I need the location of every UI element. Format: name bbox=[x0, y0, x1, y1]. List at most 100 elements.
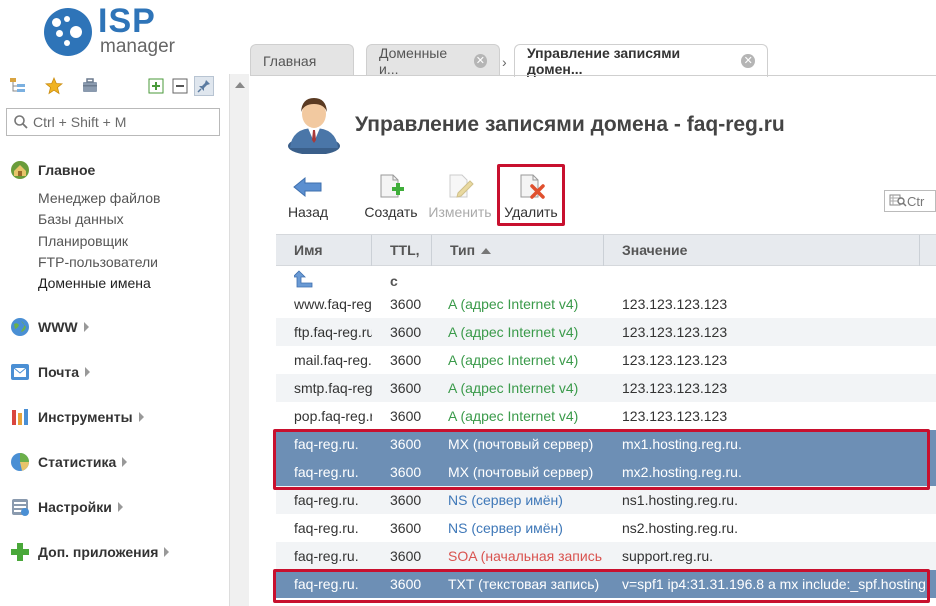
record-name-cell: smtp.faq-reg bbox=[294, 380, 372, 396]
chevron-right-icon bbox=[83, 322, 89, 332]
sidebar-section-extra-apps[interactable]: Доп. приложения bbox=[10, 541, 170, 563]
record-name-cell: mail.faq-reg.r bbox=[294, 352, 372, 368]
mx-rows-highlight-frame bbox=[273, 429, 930, 490]
tools-icon bbox=[10, 407, 30, 427]
table-row[interactable]: ftp.faq-reg.ru 3600 A (адрес Internet v4) 1… bbox=[276, 318, 936, 346]
sidebar-search-input[interactable] bbox=[33, 112, 213, 132]
tab-label: Доменные и... bbox=[379, 44, 448, 77]
scroll-up-icon[interactable] bbox=[235, 82, 245, 88]
table-row[interactable]: smtp.faq-reg 3600 A (адрес Internet v4) 123… bbox=[276, 374, 936, 402]
sidebar-scrollbar[interactable] bbox=[229, 74, 249, 606]
sidebar-section-label: Доп. приложения bbox=[38, 544, 159, 560]
sidebar-item-scheduler[interactable]: Планировщик bbox=[38, 231, 128, 251]
record-ttl-cell: 3600 bbox=[390, 324, 422, 340]
delete-highlight-frame bbox=[497, 164, 565, 226]
record-name-cell: faq-reg.ru. bbox=[294, 492, 359, 508]
table-row[interactable]: pop.faq-reg.r 3600 A (адрес Internet v4) 12… bbox=[276, 402, 936, 430]
edit-label: Изменить bbox=[428, 204, 492, 220]
record-type-cell: A (адрес Internet v4) bbox=[448, 408, 579, 424]
record-name-cell: pop.faq-reg.r bbox=[294, 408, 372, 424]
record-value-cell: support.reg.ru. bbox=[622, 548, 714, 564]
column-header-name[interactable]: Имя bbox=[276, 235, 372, 266]
record-value-cell: 123.123.123.123 bbox=[622, 380, 728, 396]
plus-icon bbox=[10, 542, 30, 562]
table-row[interactable]: faq-reg.ru. 3600 NS (сервер имён) ns1.hosti… bbox=[276, 486, 936, 514]
tab-divider bbox=[250, 75, 936, 76]
briefcase-icon[interactable] bbox=[80, 76, 100, 96]
page-title: Управление записями домена - faq-reg.ru bbox=[355, 113, 785, 136]
level-up-icon bbox=[292, 269, 314, 292]
globe-icon bbox=[10, 317, 30, 337]
sidebar-section-www[interactable]: WWW bbox=[10, 316, 89, 338]
sidebar-item-domain-names[interactable]: Доменные имена bbox=[38, 273, 151, 293]
user-avatar-icon bbox=[286, 92, 342, 155]
record-value-cell: ns1.hosting.reg.ru. bbox=[622, 492, 738, 508]
chevron-right-icon: › bbox=[502, 54, 507, 70]
record-type-cell: A (адрес Internet v4) bbox=[448, 380, 579, 396]
column-header-type[interactable]: Тип bbox=[432, 235, 604, 266]
sidebar-item-databases[interactable]: Базы данных bbox=[38, 209, 124, 229]
close-icon[interactable]: ✕ bbox=[473, 53, 487, 68]
sidebar-toolbar bbox=[8, 76, 220, 98]
table-search-field[interactable]: Ctr bbox=[884, 190, 936, 212]
parent-dir-row[interactable] bbox=[276, 266, 936, 292]
record-ttl-cell: 3600 bbox=[390, 296, 422, 312]
record-value-cell: 123.123.123.123 bbox=[622, 352, 728, 368]
table-row[interactable]: www.faq-reg 3600 A (адрес Internet v4) 123.… bbox=[276, 290, 936, 318]
sidebar-section-tools[interactable]: Инструменты bbox=[10, 406, 144, 428]
chevron-right-icon bbox=[117, 502, 123, 512]
record-name-cell: www.faq-reg bbox=[294, 296, 372, 312]
record-value-cell: ns2.hosting.reg.ru. bbox=[622, 520, 738, 536]
sidebar-item-file-manager[interactable]: Менеджер файлов bbox=[38, 188, 161, 208]
txt-row-highlight-frame bbox=[273, 569, 930, 603]
sidebar-section-main[interactable]: Главное bbox=[10, 159, 95, 181]
record-ttl-cell: 3600 bbox=[390, 380, 422, 396]
arrow-left-icon bbox=[292, 172, 324, 202]
table-search-icon bbox=[889, 193, 907, 210]
create-label: Создать bbox=[364, 204, 418, 220]
tab-label: Главная bbox=[263, 52, 317, 69]
close-icon[interactable]: ✕ bbox=[741, 54, 755, 68]
sort-ascending-icon bbox=[481, 248, 492, 255]
sidebar-section-settings[interactable]: Настройки bbox=[10, 496, 123, 518]
mail-icon bbox=[10, 362, 30, 382]
create-button[interactable]: Создать bbox=[362, 172, 420, 224]
sidebar-search bbox=[6, 108, 220, 136]
sidebar-section-label: Статистика bbox=[38, 454, 117, 470]
collapse-all-icon[interactable] bbox=[170, 76, 190, 96]
sidebar-section-label: Почта bbox=[38, 364, 80, 380]
chevron-right-icon bbox=[164, 547, 170, 557]
tab-domain-names[interactable]: Доменные и... ✕ bbox=[366, 44, 500, 77]
edit-button[interactable]: Изменить bbox=[428, 172, 492, 224]
record-type-cell: SOA (начальная запись bbox=[448, 548, 602, 564]
record-ttl-cell: 3600 bbox=[390, 548, 422, 564]
tree-view-icon[interactable] bbox=[8, 76, 28, 96]
chevron-right-icon bbox=[85, 367, 91, 377]
chevron-right-icon bbox=[138, 412, 144, 422]
tab-domain-records[interactable]: Управление записями домен... ✕ bbox=[514, 44, 768, 77]
sidebar-section-statistics[interactable]: Статистика bbox=[10, 451, 128, 473]
back-button[interactable]: Назад bbox=[286, 172, 330, 224]
sidebar-item-ftp-users[interactable]: FTP-пользователи bbox=[38, 252, 158, 272]
favorites-star-icon[interactable] bbox=[44, 76, 64, 96]
column-header-value[interactable]: Значение bbox=[604, 235, 920, 266]
sidebar-section-label: Инструменты bbox=[38, 409, 133, 425]
record-type-cell: NS (сервер имён) bbox=[448, 492, 563, 508]
tab-home[interactable]: Главная bbox=[250, 44, 354, 76]
column-header-type-label: Тип bbox=[450, 242, 476, 258]
table-row[interactable]: faq-reg.ru. 3600 NS (сервер имён) ns2.hosti… bbox=[276, 514, 936, 542]
record-value-cell: 123.123.123.123 bbox=[622, 296, 728, 312]
record-value-cell: 123.123.123.123 bbox=[622, 408, 728, 424]
pin-icon[interactable] bbox=[194, 76, 214, 96]
column-header-ttl[interactable]: TTL, c bbox=[372, 235, 432, 289]
table-row[interactable]: mail.faq-reg.r 3600 A (адрес Internet v4) 1… bbox=[276, 346, 936, 374]
sidebar-section-mail[interactable]: Почта bbox=[10, 361, 91, 383]
isp-manager-logo: ISP manager bbox=[44, 2, 184, 58]
record-type-cell: NS (сервер имён) bbox=[448, 520, 563, 536]
table-row[interactable]: faq-reg.ru. 3600 SOA (начальная запись supp… bbox=[276, 542, 936, 570]
record-value-cell: 123.123.123.123 bbox=[622, 324, 728, 340]
edit-record-icon bbox=[444, 172, 476, 202]
record-type-cell: A (адрес Internet v4) bbox=[448, 352, 579, 368]
expand-all-icon[interactable] bbox=[146, 76, 166, 96]
table-search-hint: Ctr bbox=[907, 193, 925, 209]
